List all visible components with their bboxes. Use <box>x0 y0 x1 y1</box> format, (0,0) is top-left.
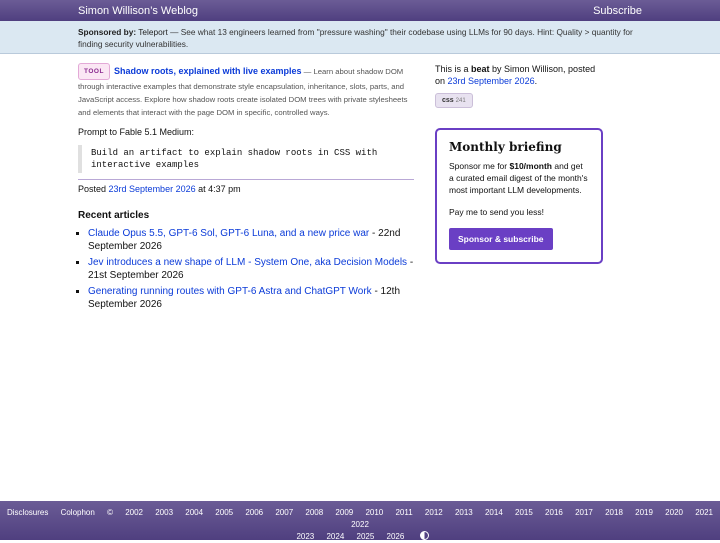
footer-copyright: © <box>107 508 113 517</box>
footer-year-link[interactable]: 2022 <box>351 520 369 529</box>
top-header: Simon Willison’s Weblog Subscribe <box>0 0 720 21</box>
posted-line: Posted 23rd September 2026 at 4:37 pm <box>78 179 414 194</box>
beat-end: . <box>534 76 538 86</box>
footer-year-link[interactable]: 2009 <box>335 508 353 517</box>
footer-year-link[interactable]: 2017 <box>575 508 593 517</box>
recent-article-link[interactable]: Jev introduces a new shape of LLM - Syst… <box>88 257 407 268</box>
code-text: Build an artifact to explain shadow root… <box>91 148 378 170</box>
recent-articles-list: Claude Opus 5.5, GPT-6 Sol, GPT-6 Luna, … <box>78 227 414 311</box>
site-title-link[interactable]: Simon Willison’s Weblog <box>78 5 198 17</box>
footer-year-link[interactable]: 2012 <box>425 508 443 517</box>
code-block: Build an artifact to explain shadow root… <box>78 145 414 173</box>
list-item: Claude Opus 5.5, GPT-6 Sol, GPT-6 Luna, … <box>88 227 414 253</box>
footer-year-link[interactable]: 2021 <box>695 508 713 517</box>
briefing-title: Monthly briefing <box>449 140 562 154</box>
footer-year-link[interactable]: 2002 <box>125 508 143 517</box>
sponsor-prefix: Sponsored by: <box>78 27 137 37</box>
footer-links-row: Disclosures Colophon © 2002 2003 2004 20… <box>0 507 720 531</box>
prompt-label: Prompt to Fable 5.1 Medium: <box>78 127 195 137</box>
footer-year-link[interactable]: 2016 <box>545 508 563 517</box>
footer-year-link[interactable]: 2018 <box>605 508 623 517</box>
footer-year-link[interactable]: 2006 <box>245 508 263 517</box>
footer-year-link[interactable]: 2020 <box>665 508 683 517</box>
tag-css[interactable]: css 241 <box>435 93 473 108</box>
footer-link-colophon[interactable]: Colophon <box>61 508 95 517</box>
recent-articles-heading: Recent articles <box>78 210 150 221</box>
tool-title-link[interactable]: Shadow roots, explained with live exampl… <box>114 66 302 76</box>
briefing-p1-pre: Sponsor me for <box>449 161 510 171</box>
sidebar: This is a beat by Simon Willison, posted… <box>435 63 603 264</box>
footer-links-row-2: 2023 2024 2025 2026 <box>0 531 720 543</box>
sponsor-link[interactable]: Teleport <box>138 27 168 37</box>
list-item: Jev introduces a new shape of LLM - Syst… <box>88 256 414 282</box>
tool-badge[interactable]: TOOL <box>78 63 110 80</box>
footer-year-link[interactable]: 2015 <box>515 508 533 517</box>
footer-year-link[interactable]: 2003 <box>155 508 173 517</box>
main-content: TOOL Shadow roots, explained with live ex… <box>78 63 414 314</box>
posted-time: at 4:37 pm <box>195 184 241 194</box>
contrast-icon[interactable] <box>419 531 429 540</box>
footer: Disclosures Colophon © 2002 2003 2004 20… <box>0 501 720 543</box>
beat-date-link[interactable]: 23rd September 2026 <box>448 76 535 86</box>
footer-year-link[interactable]: 2005 <box>215 508 233 517</box>
list-item: Generating running routes with GPT-6 Ast… <box>88 285 414 311</box>
posted-prefix: Posted <box>78 184 109 194</box>
recent-article-link[interactable]: Generating running routes with GPT-6 Ast… <box>88 286 372 297</box>
briefing-text: Sponsor me for $10/month and get a curat… <box>449 160 589 196</box>
sponsor-banner: Sponsored by: Teleport — See what 13 eng… <box>0 21 720 54</box>
footer-year-link[interactable]: 2004 <box>185 508 203 517</box>
footer-year-link[interactable]: 2011 <box>395 508 412 517</box>
subscribe-link[interactable]: Subscribe <box>593 5 642 17</box>
footer-year-link[interactable]: 2010 <box>365 508 383 517</box>
briefing-price: $10/month <box>509 161 552 171</box>
beat-info: This is a beat by Simon Willison, posted… <box>435 63 603 87</box>
tag-count: 241 <box>455 98 466 104</box>
tool-entry: TOOL Shadow roots, explained with live ex… <box>78 63 414 119</box>
monthly-briefing-box: Monthly briefing Sponsor me for $10/mont… <box>435 128 603 264</box>
recent-article-link[interactable]: Claude Opus 5.5, GPT-6 Sol, GPT-6 Luna, … <box>88 228 369 239</box>
footer-link-disclosures[interactable]: Disclosures <box>7 508 48 517</box>
tag-name: css <box>442 97 454 104</box>
footer-year-link[interactable]: 2007 <box>275 508 293 517</box>
footer-year-link[interactable]: 2013 <box>455 508 473 517</box>
footer-year-link[interactable]: 2008 <box>305 508 323 517</box>
briefing-tagline: Pay me to send you less! <box>449 207 544 217</box>
footer-year-link[interactable]: 2014 <box>485 508 503 517</box>
posted-date-link[interactable]: 23rd September 2026 <box>109 184 196 194</box>
beat-word: beat <box>471 64 490 74</box>
sponsor-subscribe-button[interactable]: Sponsor & subscribe <box>449 228 553 250</box>
footer-year-link[interactable]: 2019 <box>635 508 653 517</box>
beat-pre: This is a <box>435 64 472 74</box>
